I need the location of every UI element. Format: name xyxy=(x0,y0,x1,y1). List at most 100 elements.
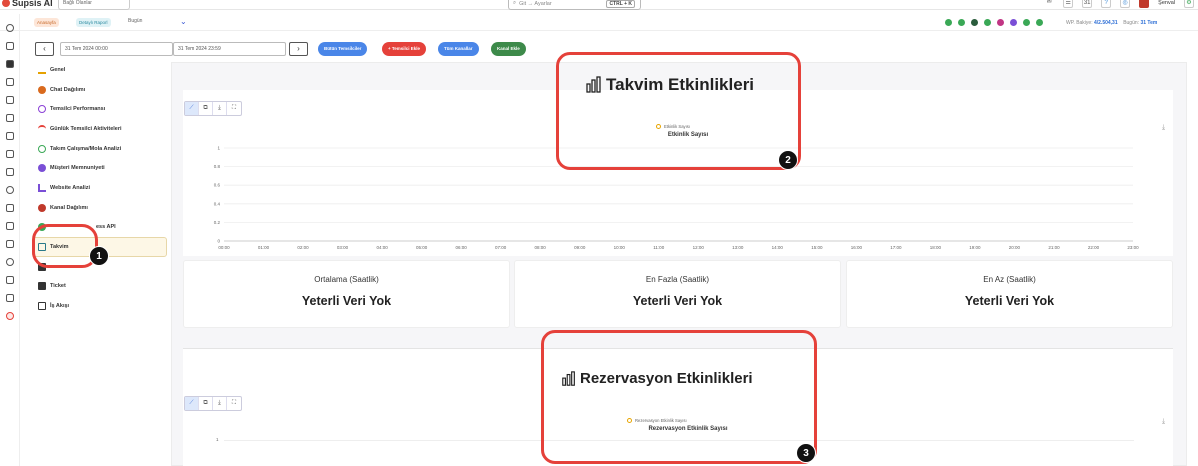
stat-label: En Az (Saatlik) xyxy=(983,275,1036,284)
refresh-icon[interactable] xyxy=(6,24,14,32)
menu-item-label: Takım Çalışma/Mola Analizi xyxy=(50,145,122,152)
top-bar: Supsis AI Bağlı Olanlar ⌕ Git → Ayarlar … xyxy=(0,0,1198,10)
menu-item-agent-performance[interactable]: Temsilci Performansı xyxy=(28,99,170,119)
calendar-day: 31 xyxy=(1083,0,1091,6)
x-tick-label: 22:00 xyxy=(1088,245,1100,250)
x-tick-label: 14:00 xyxy=(772,245,784,250)
report-menu: Genel Chat Dağılımı Temsilci Performansı… xyxy=(28,60,170,316)
menu-item-daily-activity[interactable]: Günlük Temsilci Aktiviteleri xyxy=(28,119,170,139)
line-chart-icon[interactable]: ⟋ xyxy=(185,397,199,410)
mail-rail-icon[interactable] xyxy=(6,96,14,104)
export-icon[interactable]: ⤓ xyxy=(1162,124,1165,132)
contacts-book-icon[interactable] xyxy=(6,78,14,86)
sms-icon[interactable] xyxy=(1023,19,1030,26)
ticket-icon xyxy=(38,282,46,291)
add-channel-button[interactable]: Kanal Ekle xyxy=(491,42,526,56)
mail-icon[interactable]: ✉ xyxy=(1044,0,1054,8)
user-name[interactable]: Şenval xyxy=(1158,0,1175,6)
stat-label: En Fazla (Saatlik) xyxy=(645,275,710,284)
download-icon[interactable]: ⤓ xyxy=(213,397,227,410)
highlight-box-3 xyxy=(541,330,817,464)
chart1-toolbar: ⟋ ⧉ ⤓ ⛶ xyxy=(184,101,242,116)
search-icon: ⌕ xyxy=(513,0,517,6)
copy-icon[interactable]: ⧉ xyxy=(199,397,213,410)
fullscreen-icon[interactable]: ⛶ xyxy=(227,102,241,115)
copy-icon[interactable]: ⧉ xyxy=(199,102,213,115)
share-icon[interactable] xyxy=(6,276,14,284)
x-tick-label: 05:00 xyxy=(416,245,428,250)
stat-label: Ortalama (Saatlik) xyxy=(314,275,379,284)
next-day-button[interactable]: › xyxy=(289,42,308,56)
menu-item-label: Müşteri Memnuniyeti xyxy=(50,165,105,172)
chart2-y-tick: 1 xyxy=(216,437,219,442)
menu-item-website[interactable]: Website Analizi xyxy=(28,178,170,198)
inbox-icon[interactable] xyxy=(6,42,14,50)
document-icon[interactable] xyxy=(6,132,14,140)
x-tick-label: 15:00 xyxy=(811,245,823,250)
balance-value: 4/2.504,31 xyxy=(1093,20,1118,26)
search-input[interactable]: ⌕ Git → Ayarlar CTRL + K xyxy=(508,0,641,10)
fullscreen-icon[interactable]: ⛶ xyxy=(227,397,241,410)
end-date-input[interactable]: 31 Tem 2024 23:59 xyxy=(173,42,286,56)
menu-item-general[interactable]: Genel xyxy=(28,60,170,80)
y-tick-label: 1 xyxy=(217,146,220,151)
breadcrumb-reports[interactable]: Detaylı Raporl xyxy=(76,18,111,27)
export-icon[interactable]: ⤓ xyxy=(1162,418,1165,426)
menu-item-ticket[interactable]: Ticket xyxy=(28,277,170,297)
reports-icon[interactable] xyxy=(6,312,14,320)
gear-icon[interactable] xyxy=(6,258,14,266)
all-channels-button[interactable]: Tüm Kanallar xyxy=(438,42,479,56)
menu-item-label: Günlük Temsilci Aktiviteleri xyxy=(50,125,122,132)
x-tick-label: 17:00 xyxy=(890,245,902,250)
whatsapp-icon[interactable] xyxy=(984,19,991,26)
plug-icon[interactable] xyxy=(6,222,14,230)
shop-icon[interactable] xyxy=(6,294,14,302)
supsis-logo-icon xyxy=(2,0,10,7)
calendar-icon[interactable]: 31 xyxy=(1082,0,1093,8)
menu-item-team-break[interactable]: Takım Çalışma/Mola Analizi xyxy=(28,139,170,159)
all-agents-button[interactable]: Bütün Temsilciler xyxy=(318,42,368,56)
search-shortcut: CTRL + K xyxy=(606,0,635,8)
wifi-icon[interactable] xyxy=(958,19,965,26)
add-agent-button[interactable]: + Temsilci Ekle xyxy=(382,42,427,56)
contacts-icon[interactable]: ☰ xyxy=(1063,0,1074,8)
users-icon[interactable] xyxy=(6,186,14,194)
menu-item-chat-distribution[interactable]: Chat Dağılımı xyxy=(28,80,170,100)
paint-icon[interactable] xyxy=(6,204,14,212)
x-tick-label: 20:00 xyxy=(1009,245,1021,250)
connection-select[interactable]: Bağlı Olanlar xyxy=(58,0,130,10)
gauge-icon xyxy=(38,105,46,114)
start-date-input[interactable]: 31 Tem 2024 00:00 xyxy=(60,42,173,56)
y-tick-label: 0.2 xyxy=(214,220,221,225)
annotation-badge-1: 1 xyxy=(89,246,109,266)
dashboard-icon[interactable] xyxy=(6,60,14,68)
connection-label: Bağlı Olanlar xyxy=(63,0,92,6)
settings-icon[interactable]: ⚙ xyxy=(1184,0,1194,8)
prev-day-button[interactable]: ‹ xyxy=(35,42,54,56)
brand[interactable]: Supsis AI xyxy=(2,0,53,8)
other-channel-icon[interactable] xyxy=(1036,19,1043,26)
table-icon[interactable] xyxy=(6,150,14,158)
smile-icon xyxy=(38,164,46,173)
help-icon[interactable]: ? xyxy=(1101,0,1112,8)
telegram-icon[interactable] xyxy=(971,19,978,26)
menu-item-channel-distribution[interactable]: Kanal Dağılımı xyxy=(28,198,170,218)
grid-icon[interactable] xyxy=(6,240,14,248)
calendar-rail-icon[interactable] xyxy=(6,114,14,122)
menu-item-satisfaction[interactable]: Müşteri Memnuniyeti xyxy=(28,158,170,178)
webchat-icon[interactable] xyxy=(945,19,952,26)
instagram-icon[interactable] xyxy=(997,19,1004,26)
avatar[interactable] xyxy=(1139,0,1150,8)
stat-card-max: En Fazla (Saatlik) Yeterli Veri Yok xyxy=(514,260,841,328)
message-icon[interactable]: ◎ xyxy=(1120,0,1131,8)
today-value: 31 Tem xyxy=(1140,20,1158,26)
line-chart-icon[interactable]: ⟋ xyxy=(185,102,199,115)
y-tick-label: 0.6 xyxy=(214,183,221,188)
download-icon[interactable]: ⤓ xyxy=(213,102,227,115)
chevron-down-icon[interactable]: ⌄ xyxy=(180,18,187,26)
menu-item-workflow[interactable]: İş Akışı xyxy=(28,296,170,316)
store-icon[interactable] xyxy=(6,168,14,176)
messenger-icon[interactable] xyxy=(1010,19,1017,26)
breadcrumb-home[interactable]: Anasayfa xyxy=(34,18,59,27)
x-tick-label: 10:00 xyxy=(614,245,626,250)
